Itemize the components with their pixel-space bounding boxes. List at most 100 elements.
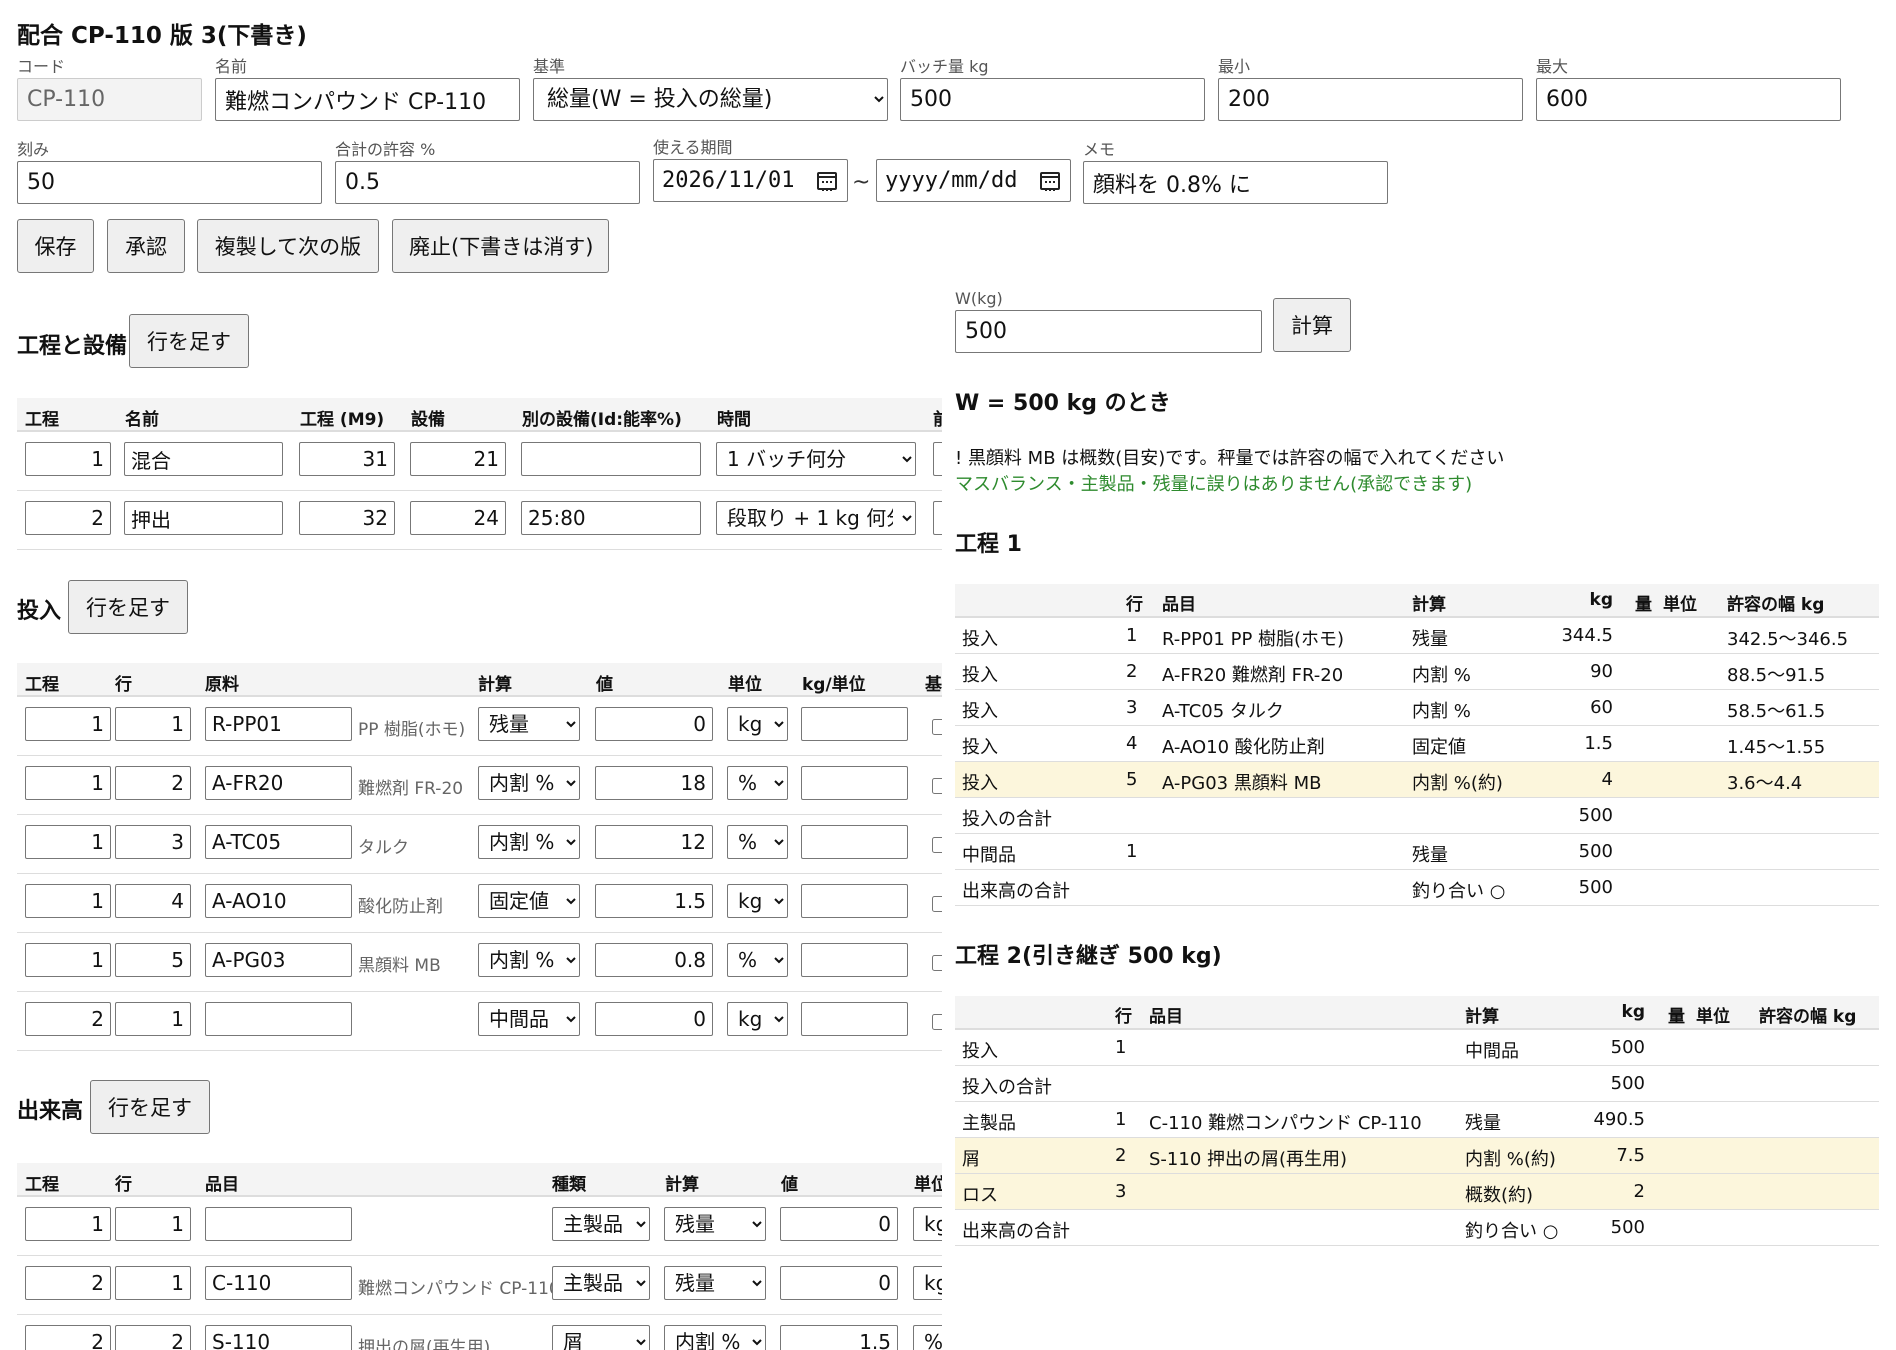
- process-equip-input[interactable]: [410, 501, 506, 535]
- kind-select[interactable]: 主製品: [552, 1266, 650, 1300]
- basis-select[interactable]: 総量(W = 投入の総量): [533, 78, 888, 121]
- process-name-input[interactable]: [124, 442, 283, 476]
- unit-select[interactable]: kg: [727, 707, 788, 741]
- material-code-input[interactable]: [205, 1002, 352, 1036]
- base-checkbox[interactable]: [932, 1014, 942, 1030]
- output-step-input[interactable]: [25, 1266, 111, 1300]
- calc-select[interactable]: 残量: [478, 707, 580, 741]
- value-input[interactable]: [780, 1207, 898, 1241]
- kind-select[interactable]: 主製品: [552, 1207, 650, 1241]
- retire-button[interactable]: 廃止(下書きは消す): [392, 219, 609, 273]
- material-code-input[interactable]: [205, 943, 352, 977]
- unit-select[interactable]: kg: [727, 884, 788, 918]
- input-line-input[interactable]: [115, 943, 191, 977]
- kg-per-unit-input[interactable]: [801, 884, 908, 918]
- calc-select[interactable]: 内割 %: [664, 1325, 766, 1350]
- unit-select[interactable]: kg: [727, 1002, 788, 1036]
- save-button[interactable]: 保存: [17, 219, 94, 273]
- code-input[interactable]: [17, 78, 202, 121]
- base-checkbox[interactable]: [932, 778, 942, 794]
- calc-select[interactable]: 残量: [664, 1266, 766, 1300]
- process-m9-input[interactable]: [299, 501, 395, 535]
- base-checkbox[interactable]: [932, 719, 942, 735]
- input-step-input[interactable]: [25, 825, 111, 859]
- value-input[interactable]: [595, 1002, 713, 1036]
- input-line-input[interactable]: [115, 825, 191, 859]
- kg-per-unit-input[interactable]: [801, 707, 908, 741]
- output-line-input[interactable]: [115, 1266, 191, 1300]
- add-process-row-button[interactable]: 行を足す: [129, 314, 249, 368]
- value-input[interactable]: [780, 1266, 898, 1300]
- output-line-input[interactable]: [115, 1325, 191, 1350]
- base-checkbox[interactable]: [932, 837, 942, 853]
- value-input[interactable]: [595, 825, 713, 859]
- unit-select[interactable]: %: [913, 1325, 942, 1350]
- unit-select[interactable]: %: [727, 766, 788, 800]
- value-input[interactable]: [780, 1325, 898, 1350]
- period-from-input[interactable]: 2026/11/01: [653, 159, 848, 202]
- process-prev-input[interactable]: [933, 501, 942, 535]
- unit-select[interactable]: %: [727, 943, 788, 977]
- calc-select[interactable]: 内割 %: [478, 825, 580, 859]
- kg-per-unit-input[interactable]: [801, 766, 908, 800]
- unit-select[interactable]: %: [727, 825, 788, 859]
- process-alt-equip-input[interactable]: [521, 501, 701, 535]
- calendar-icon[interactable]: [1040, 172, 1060, 191]
- base-checkbox[interactable]: [932, 955, 942, 971]
- process-time-select[interactable]: 段取り + 1 kg 何分: [716, 501, 916, 535]
- calculate-button[interactable]: 計算: [1273, 298, 1351, 352]
- tolerance-input[interactable]: [335, 161, 640, 204]
- add-output-row-button[interactable]: 行を足す: [90, 1080, 210, 1134]
- calc-select[interactable]: 内割 %: [478, 766, 580, 800]
- input-step-input[interactable]: [25, 943, 111, 977]
- step-input[interactable]: [17, 161, 322, 204]
- w-input[interactable]: [955, 310, 1262, 353]
- max-input[interactable]: [1536, 78, 1841, 121]
- calc-select[interactable]: 内割 %: [478, 943, 580, 977]
- input-step-input[interactable]: [25, 766, 111, 800]
- kg-per-unit-input[interactable]: [801, 825, 908, 859]
- input-line-input[interactable]: [115, 766, 191, 800]
- value-input[interactable]: [595, 766, 713, 800]
- period-to-input[interactable]: yyyy/mm/dd: [876, 159, 1071, 202]
- process-equip-input[interactable]: [410, 442, 506, 476]
- input-line-input[interactable]: [115, 884, 191, 918]
- kind-select[interactable]: 屑: [552, 1325, 650, 1350]
- output-step-input[interactable]: [25, 1207, 111, 1241]
- value-input[interactable]: [595, 884, 713, 918]
- material-code-input[interactable]: [205, 825, 352, 859]
- input-line-input[interactable]: [115, 1002, 191, 1036]
- process-time-select[interactable]: 1 バッチ何分: [716, 442, 916, 476]
- material-code-input[interactable]: [205, 766, 352, 800]
- clone-version-button[interactable]: 複製して次の版: [197, 219, 379, 273]
- material-code-input[interactable]: [205, 707, 352, 741]
- output-line-input[interactable]: [115, 1207, 191, 1241]
- material-code-input[interactable]: [205, 884, 352, 918]
- unit-select[interactable]: kg: [913, 1207, 942, 1241]
- kg-per-unit-input[interactable]: [801, 1002, 908, 1036]
- memo-input[interactable]: [1083, 161, 1388, 204]
- min-input[interactable]: [1218, 78, 1523, 121]
- item-code-input[interactable]: [205, 1266, 352, 1300]
- calc-select[interactable]: 固定値: [478, 884, 580, 918]
- item-code-input[interactable]: [205, 1325, 352, 1350]
- process-step-input[interactable]: [25, 501, 111, 535]
- batch-input[interactable]: [900, 78, 1205, 121]
- process-alt-equip-input[interactable]: [521, 442, 701, 476]
- calc-select[interactable]: 残量: [664, 1207, 766, 1241]
- item-code-input[interactable]: [205, 1207, 352, 1241]
- input-step-input[interactable]: [25, 884, 111, 918]
- value-input[interactable]: [595, 707, 713, 741]
- approve-button[interactable]: 承認: [107, 219, 185, 273]
- input-step-input[interactable]: [25, 1002, 111, 1036]
- name-input[interactable]: [215, 78, 520, 121]
- calendar-icon[interactable]: [817, 172, 837, 191]
- input-line-input[interactable]: [115, 707, 191, 741]
- unit-select[interactable]: kg: [913, 1266, 942, 1300]
- add-input-row-button[interactable]: 行を足す: [68, 580, 188, 634]
- value-input[interactable]: [595, 943, 713, 977]
- process-step-input[interactable]: [25, 442, 111, 476]
- input-step-input[interactable]: [25, 707, 111, 741]
- output-step-input[interactable]: [25, 1325, 111, 1350]
- process-m9-input[interactable]: [299, 442, 395, 476]
